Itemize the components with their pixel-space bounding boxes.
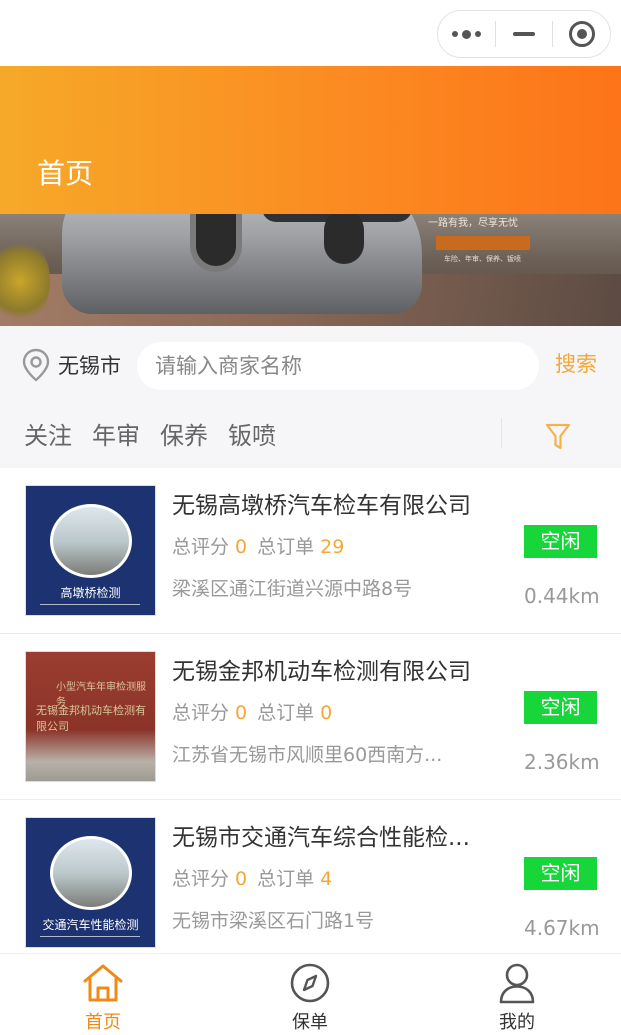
- target-icon: [568, 21, 595, 47]
- thumbnail-caption: 高墩桥检测: [60, 586, 121, 600]
- page-title: 首页: [37, 157, 94, 190]
- rating-label: 总评分: [172, 868, 230, 890]
- minimize-button[interactable]: [496, 10, 553, 58]
- orders-value: 29: [320, 536, 345, 558]
- merchant-distance: 2.36km: [524, 750, 600, 774]
- banner-slogan: 一路有我，尽享无忧: [428, 218, 518, 229]
- rating-value: 0: [235, 868, 248, 890]
- more-dots-icon: [451, 29, 481, 39]
- merchant-thumbnail: 高墩桥检测: [25, 485, 156, 616]
- top-status-bar: [0, 0, 621, 66]
- orders-value: 0: [320, 702, 333, 724]
- thumbnail-wall-text: 无锡金邦机动车检测有限公司: [36, 704, 146, 733]
- banner-tag: [436, 236, 530, 250]
- tabbar-item-home[interactable]: 首页: [63, 962, 143, 1034]
- home-icon: [83, 964, 123, 1002]
- tabbar-item-policy[interactable]: 保单: [270, 962, 350, 1034]
- app-page: 首页 一路有我，尽享无忧 车险、年审、保养、钣喷 无锡市 搜索 关注 年审 保养: [0, 0, 621, 1035]
- more-button[interactable]: [438, 10, 495, 58]
- bottom-tab-bar: 首页 保单 我的: [0, 953, 621, 1035]
- orders-label: 总订单: [257, 702, 315, 724]
- filter-funnel-icon[interactable]: [545, 422, 571, 452]
- merchant-stats: 总评分 0 总订单 29: [172, 532, 354, 559]
- merchant-distance: 4.67km: [524, 916, 600, 940]
- user-icon: [499, 963, 535, 1004]
- banner-car-image: [62, 214, 422, 314]
- merchant-stats: 总评分 0 总订单 0: [172, 698, 342, 725]
- list-item[interactable]: 高墩桥检测 无锡高墩桥汽车检车有限公司 总评分 0 总订单 29 梁溪区通江街道兴源中…: [0, 468, 621, 634]
- tab-follow[interactable]: 关注: [24, 416, 72, 451]
- merchant-address: 梁溪区通江街道兴源中路8号: [172, 578, 413, 600]
- merchant-thumbnail: 交通汽车性能检测: [25, 817, 156, 948]
- tabbar-label: 首页: [85, 1012, 121, 1033]
- status-badge: 空闲: [524, 857, 597, 890]
- location-selector[interactable]: 无锡市: [22, 348, 121, 382]
- search-button[interactable]: 搜索: [555, 348, 597, 378]
- banner-car-wheel: [324, 214, 364, 264]
- search-input[interactable]: [137, 342, 539, 390]
- thumbnail-underline: [40, 604, 140, 605]
- rating-value: 0: [235, 702, 248, 724]
- compass-icon: [290, 963, 330, 1003]
- tab-maintenance[interactable]: 保养: [160, 416, 208, 451]
- filter-panel: 无锡市 搜索 关注 年审 保养 钣喷: [0, 326, 621, 468]
- merchant-address: 江苏省无锡市风顺里60西南方...: [172, 744, 443, 766]
- tabbar-label: 我的: [499, 1012, 535, 1033]
- merchant-address: 无锡市梁溪区石门路1号: [172, 910, 375, 932]
- orders-value: 4: [320, 868, 333, 890]
- orders-label: 总订单: [257, 536, 315, 558]
- list-item[interactable]: 小型汽车年审检测服务 无锡金邦机动车检测有限公司 无锡金邦机动车检测有限公司 总…: [0, 634, 621, 800]
- minus-icon: [513, 32, 536, 36]
- orders-label: 总订单: [257, 868, 315, 890]
- tab-paint[interactable]: 钣喷: [228, 416, 276, 451]
- status-badge: 空闲: [524, 525, 597, 558]
- tabs-divider: [501, 418, 502, 448]
- banner-subtext: 车险、年审、保养、钣喷: [444, 255, 521, 263]
- tabbar-label: 保单: [292, 1012, 328, 1033]
- merchant-name: 无锡高墩桥汽车检车有限公司: [172, 493, 471, 519]
- merchant-thumbnail: 小型汽车年审检测服务 无锡金邦机动车检测有限公司: [25, 651, 156, 782]
- tab-annual-inspection[interactable]: 年审: [92, 416, 140, 451]
- thumbnail-underline: [40, 936, 140, 937]
- banner-car-wheel: [190, 214, 242, 272]
- merchant-name: 无锡市交通汽车综合性能检...: [172, 825, 470, 851]
- location-pin-icon: [22, 348, 50, 382]
- list-item[interactable]: 交通汽车性能检测 无锡市交通汽车综合性能检... 总评分 0 总订单 4 无锡市梁溪区…: [0, 800, 621, 966]
- merchant-distance: 0.44km: [524, 584, 600, 608]
- status-badge: 空闲: [524, 691, 597, 724]
- thumbnail-caption: 交通汽车性能检测: [42, 918, 139, 932]
- merchant-name: 无锡金邦机动车检测有限公司: [172, 659, 471, 685]
- promo-banner[interactable]: 一路有我，尽享无忧 车险、年审、保养、钣喷: [0, 214, 621, 326]
- thumbnail-photo: [50, 836, 132, 910]
- rating-label: 总评分: [172, 702, 230, 724]
- city-label: 无锡市: [58, 354, 121, 378]
- merchant-stats: 总评分 0 总订单 4: [172, 864, 342, 891]
- merchant-list: 高墩桥检测 无锡高墩桥汽车检车有限公司 总评分 0 总订单 29 梁溪区通江街道兴源中…: [0, 468, 621, 966]
- rating-value: 0: [235, 536, 248, 558]
- thumbnail-photo: [50, 504, 132, 578]
- tabbar-item-mine[interactable]: 我的: [477, 962, 557, 1034]
- close-button[interactable]: [553, 10, 610, 58]
- category-tabs: 关注 年审 保养 钣喷: [24, 416, 276, 451]
- rating-label: 总评分: [172, 536, 230, 558]
- capsule-menu: [437, 10, 611, 58]
- page-header: 首页: [0, 66, 621, 214]
